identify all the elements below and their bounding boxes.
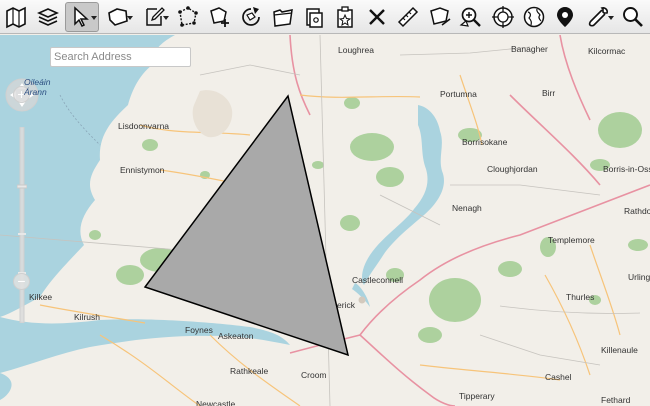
zoom-to-icon — [459, 7, 481, 27]
zoom-slider-handle — [17, 184, 27, 189]
layers-stack-icon — [36, 7, 59, 26]
target-icon — [491, 5, 514, 28]
select-pointer-button[interactable] — [64, 1, 99, 32]
globe-icon — [523, 6, 545, 27]
location-pin-button[interactable] — [551, 2, 580, 32]
place-label-rathdowney: Rathdo — [624, 206, 650, 216]
dropdown-caret-icon[interactable] — [608, 15, 615, 20]
limerick-city — [358, 296, 366, 304]
folder-icon — [272, 8, 293, 27]
ruler-button[interactable] — [394, 2, 423, 32]
search-button[interactable] — [619, 2, 648, 32]
place-label-croom: Croom — [301, 370, 327, 380]
place-label-fethard: Fethard — [601, 395, 631, 405]
place-label-loughrea: Loughrea — [338, 45, 374, 55]
toolbar — [0, 0, 650, 34]
globe-button[interactable] — [519, 2, 548, 32]
place-label-castleconnell: Castleconnell — [352, 275, 404, 285]
delete-x-icon — [369, 8, 385, 25]
map-layers-button[interactable] — [2, 2, 31, 32]
place-label-askeaton: Askeaton — [218, 331, 254, 341]
place-label-urlingford: Urling — [628, 272, 650, 282]
dropdown-caret-icon[interactable] — [127, 15, 134, 20]
place-label-kilrush: Kilrush — [74, 312, 100, 322]
rotate-icon — [242, 6, 261, 26]
polygon-draw-button[interactable] — [101, 2, 135, 32]
place-label-kilcormac: Kilcormac — [588, 46, 626, 56]
measure-area-button[interactable] — [425, 2, 454, 32]
target-button[interactable] — [488, 2, 517, 32]
map-view[interactable]: + − LoughreaBanagherKilcormacOileáin Ára… — [0, 35, 650, 406]
map-layers-icon — [6, 6, 27, 28]
place-label-lisdoonvarna: Lisdoonvarna — [118, 121, 170, 131]
place-label-limerick: erick — [337, 300, 355, 310]
wrench-button[interactable] — [582, 2, 616, 32]
zoom-slider[interactable] — [17, 127, 27, 323]
place-label-thurles: Thurles — [566, 292, 595, 302]
place-label-templemore: Templemore — [548, 235, 595, 245]
ruler-icon — [398, 6, 419, 27]
measure-area-icon — [429, 6, 451, 26]
place-label-cloughjordan: Cloughjordan — [487, 164, 538, 174]
edit-pencil-button[interactable] — [138, 2, 172, 32]
folder-button[interactable] — [268, 2, 297, 32]
place-label-kilkee: Kilkee — [29, 292, 53, 302]
delete-x-button[interactable] — [362, 2, 391, 32]
paste-icon — [337, 5, 354, 28]
place-label-tipperary: Tipperary — [459, 391, 495, 401]
place-label-killenaule: Killenaule — [601, 345, 638, 355]
paste-button[interactable] — [331, 2, 360, 32]
zoom-to-button[interactable] — [457, 2, 486, 32]
place-label-borris-in-ossory: Borris-in-Oss — [603, 164, 650, 174]
search-icon — [623, 6, 644, 27]
add-polygon-icon — [209, 6, 229, 27]
add-polygon-button[interactable] — [205, 2, 234, 32]
polygon-vertex-button[interactable] — [174, 2, 203, 32]
place-label-portumna: Portumna — [440, 89, 477, 99]
place-label-newcastle: Newcastle — [196, 399, 236, 406]
rotate-button[interactable] — [237, 2, 266, 32]
search-address-input[interactable] — [50, 47, 191, 67]
copy-icon — [306, 7, 323, 28]
dropdown-caret-icon[interactable] — [163, 15, 170, 20]
place-label-oilean-arann: Oileáin Árann — [24, 77, 51, 97]
polygon-vertex-icon — [178, 5, 199, 27]
place-label-nenagh: Nenagh — [452, 203, 482, 213]
zoom-out-button[interactable]: − — [13, 273, 30, 290]
location-pin-icon — [557, 6, 574, 27]
place-label-borrisokane: Borrisokane — [462, 137, 508, 147]
place-label-banagher: Banagher — [511, 44, 548, 54]
copy-button[interactable] — [300, 2, 329, 32]
place-label-foynes: Foynes — [185, 325, 213, 335]
layers-stack-button[interactable] — [33, 2, 62, 32]
place-label-cashel: Cashel — [545, 372, 572, 382]
place-label-birr: Birr — [542, 88, 556, 98]
place-label-ennistymon: Ennistymon — [120, 165, 165, 175]
place-label-rathkeale: Rathkeale — [230, 366, 269, 376]
dropdown-caret-icon[interactable] — [90, 15, 97, 20]
